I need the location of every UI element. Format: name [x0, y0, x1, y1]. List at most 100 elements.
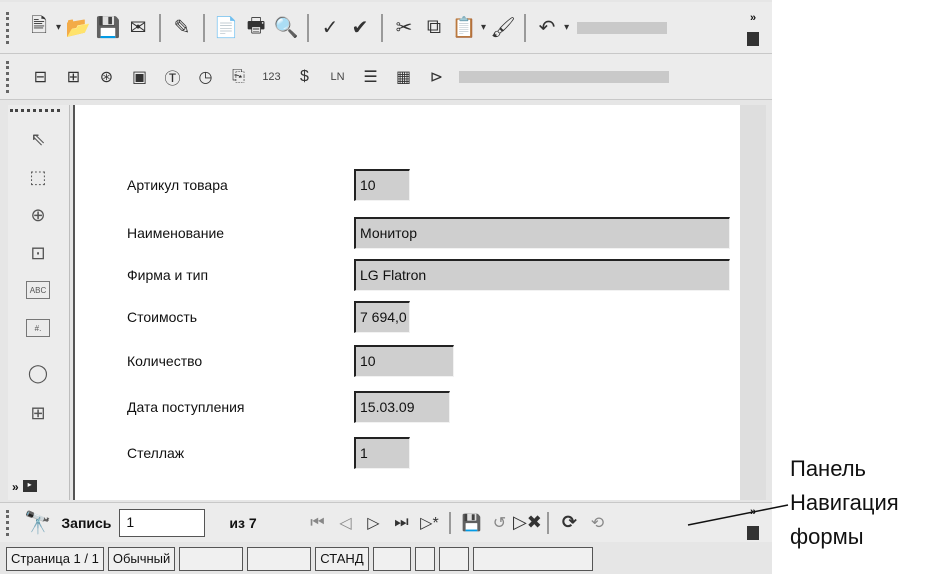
record-total: из 7: [229, 514, 257, 531]
form-navigator-icon[interactable]: ⊞: [22, 399, 54, 427]
navigation-bar-button[interactable]: ⊳: [420, 61, 453, 93]
form-properties-icon[interactable]: ⊡: [22, 239, 54, 267]
toolbar-overflow-area: [577, 21, 668, 34]
currency-field-icon: $: [300, 67, 309, 85]
status-insert-mode: СТАНД: [315, 547, 369, 571]
autospellcheck-button[interactable]: ✔: [345, 12, 375, 44]
toolbar-separator: [307, 13, 310, 42]
button-control-icon[interactable]: ◯: [22, 359, 54, 387]
toolbar-separator: [203, 13, 206, 42]
next-record-button[interactable]: ▷: [359, 508, 387, 538]
undo-button[interactable]: ↶: [532, 12, 562, 44]
spellcheck-icon: ✓: [321, 17, 339, 39]
toolbar-more-button[interactable]: »: [746, 12, 760, 46]
toolbar-options[interactable]: » ▸: [12, 480, 37, 494]
email-icon: ✉: [129, 17, 147, 39]
design-mode-icon[interactable]: ⬚: [22, 163, 54, 191]
more-chevron-icon: »: [749, 506, 757, 518]
email-button[interactable]: ✉: [123, 12, 153, 44]
last-record-icon: ⏭: [394, 513, 409, 531]
toolbar-options-icon: [747, 32, 759, 46]
new-record-button[interactable]: ▷*: [415, 508, 443, 538]
field-label-rack: Стеллаж: [127, 445, 185, 461]
form-control-button[interactable]: ⊟: [24, 61, 57, 93]
cut-icon: ✂: [395, 17, 413, 39]
save-record-button[interactable]: 💾: [457, 508, 485, 538]
toolbar-grip[interactable]: [6, 509, 16, 536]
standard-toolbar: 🖹 ▾ 📂 💾 ✉ ✎ 📄 🖶 🔍 ✓ ✔ ✂ ⧉ 📋 ▾ 🖌 ↶ ▾: [0, 2, 772, 54]
navbar-more-button[interactable]: »: [746, 506, 760, 540]
record-number-input[interactable]: 1: [119, 508, 206, 537]
pattern-field-button[interactable]: LN: [321, 61, 354, 93]
table-control-button[interactable]: ▦: [387, 61, 420, 93]
status-info: [472, 547, 593, 571]
formatted-field-icon[interactable]: #.: [26, 319, 50, 337]
group-box-button[interactable]: ☰: [354, 61, 387, 93]
image-control-button[interactable]: ▣: [123, 61, 156, 93]
field-input-firm-type[interactable]: LG Flatron: [354, 259, 730, 291]
prev-record-button[interactable]: ◁: [331, 508, 359, 538]
status-style: Обычный: [107, 547, 176, 571]
currency-field-button[interactable]: $: [288, 61, 321, 93]
dropdown-arrow-icon[interactable]: ▾: [481, 22, 486, 33]
dropdown-arrow-icon[interactable]: ▾: [564, 22, 569, 33]
table-control-icon: ▦: [395, 68, 412, 86]
field-input-arrival-date[interactable]: 15.03.09: [354, 391, 450, 423]
refresh-control-button[interactable]: ⟲: [583, 508, 611, 538]
undo-record-icon: ↺: [492, 514, 507, 532]
delete-record-button[interactable]: ▷✖: [513, 508, 542, 538]
text-box-button[interactable]: Ⓣ: [156, 61, 189, 93]
select-icon[interactable]: ⇖: [22, 125, 54, 153]
field-row-quantity: Количество 10: [127, 343, 747, 379]
numeric-field-button[interactable]: 123: [255, 61, 288, 93]
first-record-button[interactable]: ⏮: [303, 508, 331, 538]
toolbar-separator: [159, 13, 162, 42]
spellcheck-button[interactable]: ✓: [315, 12, 345, 44]
field-row-article: Артикул товара 10: [127, 167, 747, 203]
edit-mode-icon: ✎: [173, 17, 191, 39]
navigation-bar-icon: ⊳: [429, 68, 444, 86]
field-input-quantity[interactable]: 10: [354, 345, 454, 377]
form-design-button[interactable]: ⊞: [57, 61, 90, 93]
form-design-toolbar: » ▸ ⇖ ⬚ ⊕ ⊡ ABC #. ◯ ⊞: [8, 105, 70, 500]
vertical-scrollbar[interactable]: [740, 105, 766, 500]
file-selection-button[interactable]: ⎘: [222, 61, 255, 93]
controls-icon[interactable]: ⊕: [22, 201, 54, 229]
field-input-article[interactable]: 10: [354, 169, 410, 201]
field-input-name[interactable]: Монитор: [354, 217, 730, 249]
undo-record-button[interactable]: ↺: [485, 508, 513, 538]
open-button[interactable]: 📂: [63, 12, 93, 44]
field-input-rack[interactable]: 1: [354, 437, 410, 469]
autospellcheck-icon: ✔: [351, 17, 369, 39]
last-record-button[interactable]: ⏭: [387, 508, 415, 538]
time-field-button[interactable]: ◷: [189, 61, 222, 93]
save-button[interactable]: 💾: [93, 12, 123, 44]
field-input-cost[interactable]: 7 694,0: [354, 301, 410, 333]
toolbar-separator: [449, 511, 452, 534]
print-preview-button[interactable]: 🔍: [271, 12, 301, 44]
export-pdf-button[interactable]: 📄: [211, 12, 241, 44]
print-button[interactable]: 🖶: [241, 12, 271, 44]
text-field-icon[interactable]: ABC: [26, 281, 50, 299]
application-window: 🖹 ▾ 📂 💾 ✉ ✎ 📄 🖶 🔍 ✓ ✔ ✂ ⧉ 📋 ▾ 🖌 ↶ ▾ » ⊟ ⊞ ⊛ ▣ Ⓣ ◷ ⎘ 123 $ LN ☰ ▦ ⊳ » …: [0, 0, 772, 574]
undo-icon: ↶: [538, 17, 556, 39]
form-navigation-bar: 🔭 Запись 1 из 7 ⏮ ◁ ▷ ⏭ ▷* 💾 ↺ ▷✖ ⟳ ⟲: [0, 502, 772, 542]
toolbar-grip[interactable]: [6, 11, 16, 44]
edit-file-button[interactable]: 🖹: [24, 12, 54, 44]
cut-button[interactable]: ✂: [389, 12, 419, 44]
form-control-icon: ⊟: [33, 68, 48, 86]
copy-button[interactable]: ⧉: [419, 12, 449, 44]
file-selection-icon: ⎘: [232, 67, 245, 85]
format-paintbrush-button[interactable]: 🖌: [488, 12, 518, 44]
refresh-button[interactable]: ⟳: [555, 508, 583, 538]
field-row-name: Наименование Монитор: [127, 215, 747, 251]
paste-button[interactable]: 📋: [449, 12, 479, 44]
toolbar-grip[interactable]: [6, 60, 16, 93]
print-preview-icon: 🔍: [273, 17, 299, 39]
dropdown-arrow-icon[interactable]: ▾: [56, 22, 61, 33]
combo-box-button[interactable]: ⊛: [90, 61, 123, 93]
edit-file-icon: 🖹: [30, 14, 48, 37]
find-record-icon[interactable]: 🔭: [24, 510, 51, 536]
toolbar-grip[interactable]: [10, 109, 60, 112]
edit-mode-button[interactable]: ✎: [167, 12, 197, 44]
